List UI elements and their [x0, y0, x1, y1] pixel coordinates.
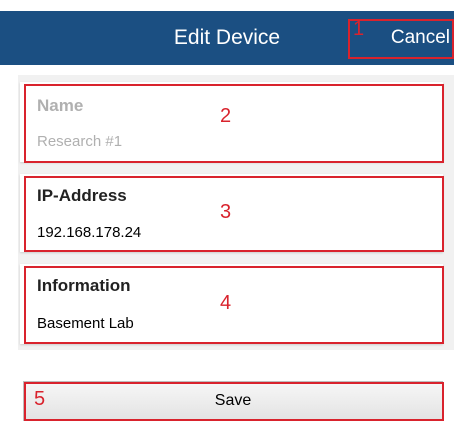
annotation-number-2: 2 [220, 105, 232, 127]
ip-address-label: IP-Address [37, 186, 127, 205]
annotation-number-3: 3 [220, 201, 232, 223]
name-label: Name [37, 96, 84, 115]
annotation-number-4: 4 [220, 292, 232, 314]
annotation-number-5: 5 [34, 388, 46, 410]
information-label: Information [37, 276, 131, 295]
save-button[interactable]: Save [23, 381, 443, 421]
cancel-button[interactable]: Cancel [359, 11, 454, 65]
annotation-number-1: 1 [353, 18, 365, 40]
header-bar: Edit Device Cancel [0, 11, 454, 65]
name-input[interactable]: Research #1 [37, 133, 122, 150]
ip-address-field[interactable]: IP-Address 192.168.178.24 [20, 174, 443, 252]
information-input[interactable]: Basement Lab [37, 315, 134, 332]
ip-address-input[interactable]: 192.168.178.24 [37, 224, 141, 241]
information-field[interactable]: Information Basement Lab [20, 264, 443, 344]
name-field[interactable]: Name Research #1 [20, 82, 443, 162]
